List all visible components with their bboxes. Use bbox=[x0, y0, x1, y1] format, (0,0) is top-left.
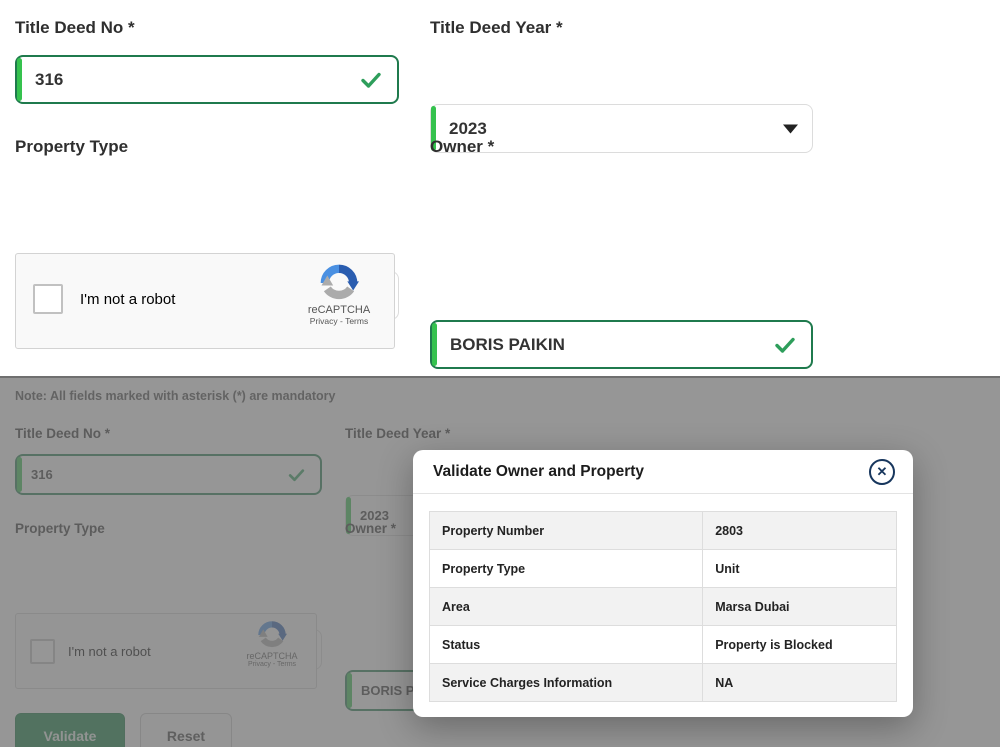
close-icon[interactable]: ✕ bbox=[869, 459, 895, 485]
row-label: Area bbox=[430, 588, 703, 626]
table-row: Property Type Unit bbox=[430, 550, 897, 588]
property-details-table: Property Number 2803 Property Type Unit … bbox=[429, 511, 897, 702]
row-label: Service Charges Information bbox=[430, 664, 703, 702]
title-deed-year-value: 2023 bbox=[431, 119, 487, 139]
recaptcha-label: I'm not a robot bbox=[80, 291, 175, 308]
table-row: Property Number 2803 bbox=[430, 512, 897, 550]
row-value: 2803 bbox=[703, 512, 897, 550]
recaptcha-icon bbox=[319, 263, 359, 303]
green-accent-bar bbox=[17, 58, 22, 101]
chevron-down-icon bbox=[783, 124, 798, 133]
green-accent-bar bbox=[432, 323, 437, 366]
modal-title: Validate Owner and Property bbox=[433, 463, 644, 481]
recaptcha-brand: reCAPTCHA bbox=[308, 304, 370, 316]
modal-header: Validate Owner and Property ✕ bbox=[413, 450, 913, 494]
owner-value: BORIS PAIKIN bbox=[432, 335, 565, 355]
row-value: Property is Blocked bbox=[703, 626, 897, 664]
row-value: NA bbox=[703, 664, 897, 702]
check-icon bbox=[773, 333, 797, 357]
title-deed-no-value: 316 bbox=[17, 70, 63, 90]
row-label: Property Number bbox=[430, 512, 703, 550]
table-row: Area Marsa Dubai bbox=[430, 588, 897, 626]
property-type-label: Property Type bbox=[15, 137, 128, 157]
check-icon bbox=[359, 68, 383, 92]
title-deed-no-label: Title Deed No * bbox=[15, 18, 135, 38]
row-value: Marsa Dubai bbox=[703, 588, 897, 626]
recaptcha-privacy-terms[interactable]: Privacy - Terms bbox=[310, 316, 368, 326]
owner-label: Owner * bbox=[430, 137, 494, 157]
title-deed-no-input[interactable]: 316 bbox=[15, 55, 399, 104]
row-label: Status bbox=[430, 626, 703, 664]
property-form-section: Title Deed No * 316 Title Deed Year * 20… bbox=[0, 0, 1000, 376]
row-label: Property Type bbox=[430, 550, 703, 588]
owner-input[interactable]: BORIS PAIKIN bbox=[430, 320, 813, 369]
recaptcha-checkbox[interactable] bbox=[33, 284, 63, 314]
table-row: Service Charges Information NA bbox=[430, 664, 897, 702]
title-deed-year-label: Title Deed Year * bbox=[430, 18, 563, 38]
modal-body: Property Number 2803 Property Type Unit … bbox=[413, 494, 913, 717]
validate-owner-property-modal: Validate Owner and Property ✕ Property N… bbox=[413, 450, 913, 717]
table-row: Status Property is Blocked bbox=[430, 626, 897, 664]
row-value: Unit bbox=[703, 550, 897, 588]
recaptcha-widget: I'm not a robot reCAPTCHA Privacy - Term… bbox=[15, 253, 395, 349]
dimmed-form-section: Note: All fields marked with asterisk (*… bbox=[0, 376, 1000, 747]
recaptcha-logo-block: reCAPTCHA Privacy - Terms bbox=[296, 263, 382, 326]
